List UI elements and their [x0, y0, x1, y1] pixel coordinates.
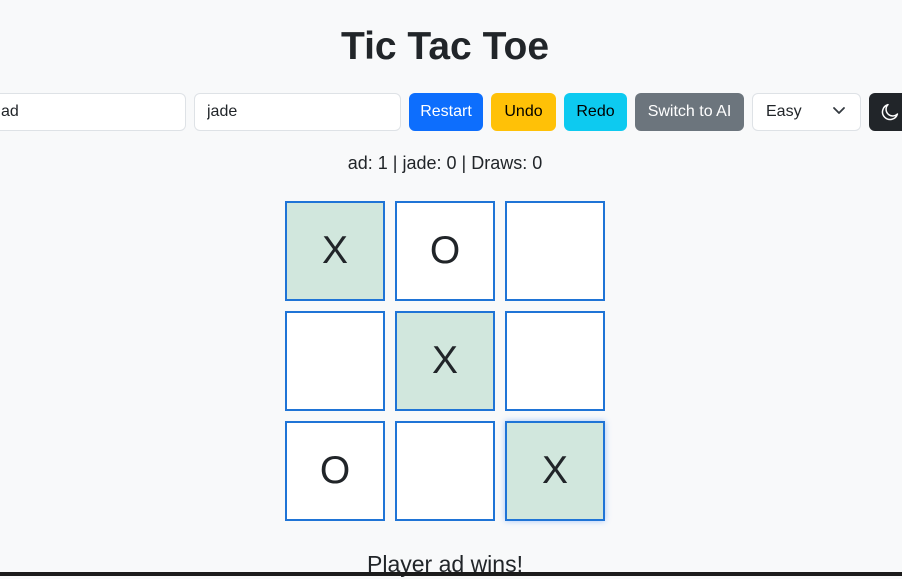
window-bottom-edge — [0, 572, 902, 576]
switch-to-ai-button[interactable]: Switch to AI — [635, 93, 744, 131]
undo-button[interactable]: Undo — [491, 93, 556, 131]
board-cell[interactable] — [395, 421, 495, 521]
player1-name-input[interactable] — [0, 93, 186, 131]
controls-bar: Restart Undo Redo Switch to AI Easy — [0, 93, 902, 131]
restart-button[interactable]: Restart — [409, 93, 483, 131]
board-cell[interactable]: O — [285, 421, 385, 521]
redo-button[interactable]: Redo — [564, 93, 627, 131]
theme-toggle-button[interactable] — [869, 93, 902, 131]
player2-name-input[interactable] — [194, 93, 401, 131]
board-cell[interactable] — [505, 311, 605, 411]
difficulty-select[interactable]: Easy — [752, 93, 861, 131]
board-cell[interactable]: X — [395, 311, 495, 411]
difficulty-value: Easy — [766, 103, 802, 120]
page-title: Tic Tac Toe — [340, 25, 550, 68]
game-board: X O X O X — [285, 201, 605, 521]
moon-icon — [881, 103, 899, 121]
board-cell[interactable] — [285, 311, 385, 411]
board-cell[interactable]: O — [395, 201, 495, 301]
chevron-down-icon — [833, 107, 845, 114]
board-cell[interactable] — [505, 201, 605, 301]
scoreboard: ad: 1 | jade: 0 | Draws: 0 — [347, 153, 543, 173]
board-cell[interactable]: X — [285, 201, 385, 301]
board-cell[interactable]: X — [505, 421, 605, 521]
